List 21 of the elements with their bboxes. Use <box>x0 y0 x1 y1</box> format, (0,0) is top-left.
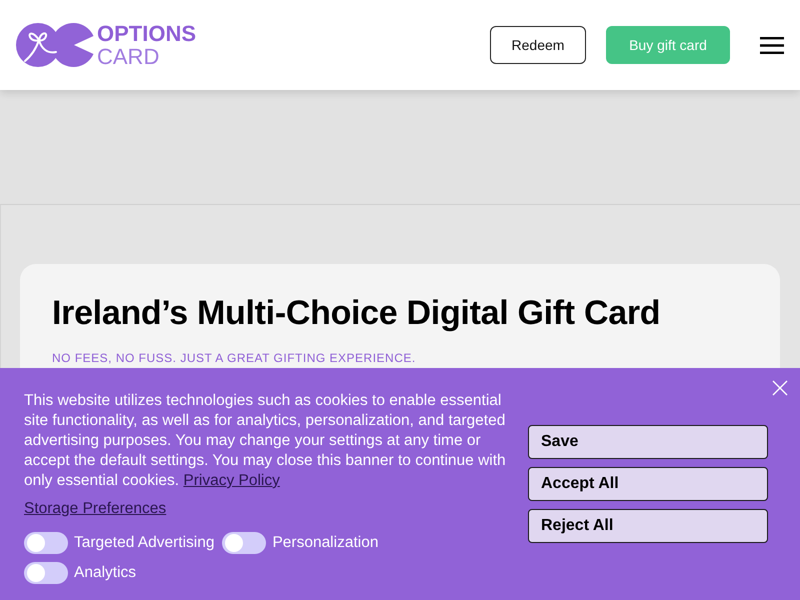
hero-subtitle: NO FEES, NO FUSS. JUST A GREAT GIFTING EXPERIENCE. <box>52 350 417 367</box>
redeem-button[interactable]: Redeem <box>490 26 586 64</box>
toggle-label: Personalization <box>272 533 378 553</box>
accept-all-button[interactable]: Accept All <box>528 467 768 501</box>
toggle-label: Targeted Advertising <box>74 533 214 553</box>
privacy-policy-link[interactable]: Privacy Policy <box>183 472 280 489</box>
reject-all-button[interactable]: Reject All <box>528 509 768 543</box>
toggle-switch[interactable] <box>222 532 266 554</box>
toggle-switch[interactable] <box>24 562 68 584</box>
save-button[interactable]: Save <box>528 425 768 459</box>
hero-title: Ireland’s Multi-Choice Digital Gift Card <box>52 293 662 334</box>
buy-gift-card-button[interactable]: Buy gift card <box>606 26 730 64</box>
cookie-notice-text: This website utilizes technologies such as cookies to enable essential site functionality, as well as for analytics, personalization, and targeted advertising purposes. You may change your settings at any time or accept the default settings. You may close this banner to continue with only essential cookies. Privacy Policy <box>24 391 507 491</box>
menu-icon[interactable] <box>760 36 784 54</box>
toggle-label: Analytics <box>74 563 136 583</box>
toggle-switch[interactable] <box>24 532 68 554</box>
logo-bow-icon[interactable] <box>16 23 96 67</box>
storage-preferences-link[interactable]: Storage Preferences <box>24 499 166 519</box>
close-icon[interactable] <box>772 380 788 396</box>
logo-text[interactable]: OPTIONS <box>97 22 196 44</box>
logo-text[interactable]: CARD <box>97 46 196 68</box>
